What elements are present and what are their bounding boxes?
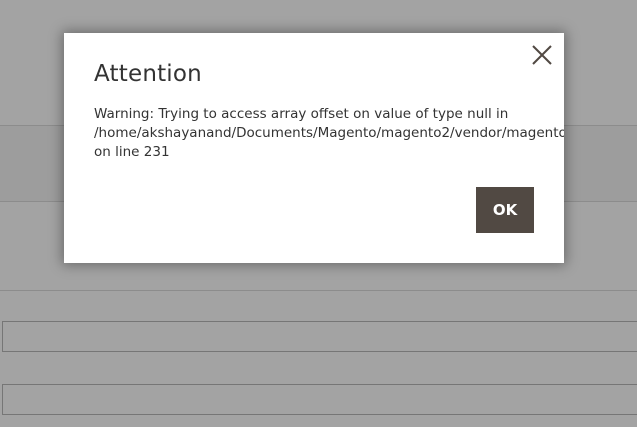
- close-icon: [532, 45, 552, 65]
- modal-message: Warning: Trying to access array offset o…: [94, 105, 564, 162]
- modal-close-button[interactable]: [528, 41, 556, 69]
- ok-button[interactable]: OK: [476, 187, 534, 233]
- modal-message-line: /home/akshayanand/Documents/Magento/mage…: [94, 125, 564, 141]
- modal-message-line: on line 231: [94, 144, 170, 160]
- attention-modal: Attention Warning: Trying to access arra…: [64, 33, 564, 263]
- modal-title: Attention: [94, 61, 202, 87]
- modal-message-line: Warning: Trying to access array offset o…: [94, 106, 509, 122]
